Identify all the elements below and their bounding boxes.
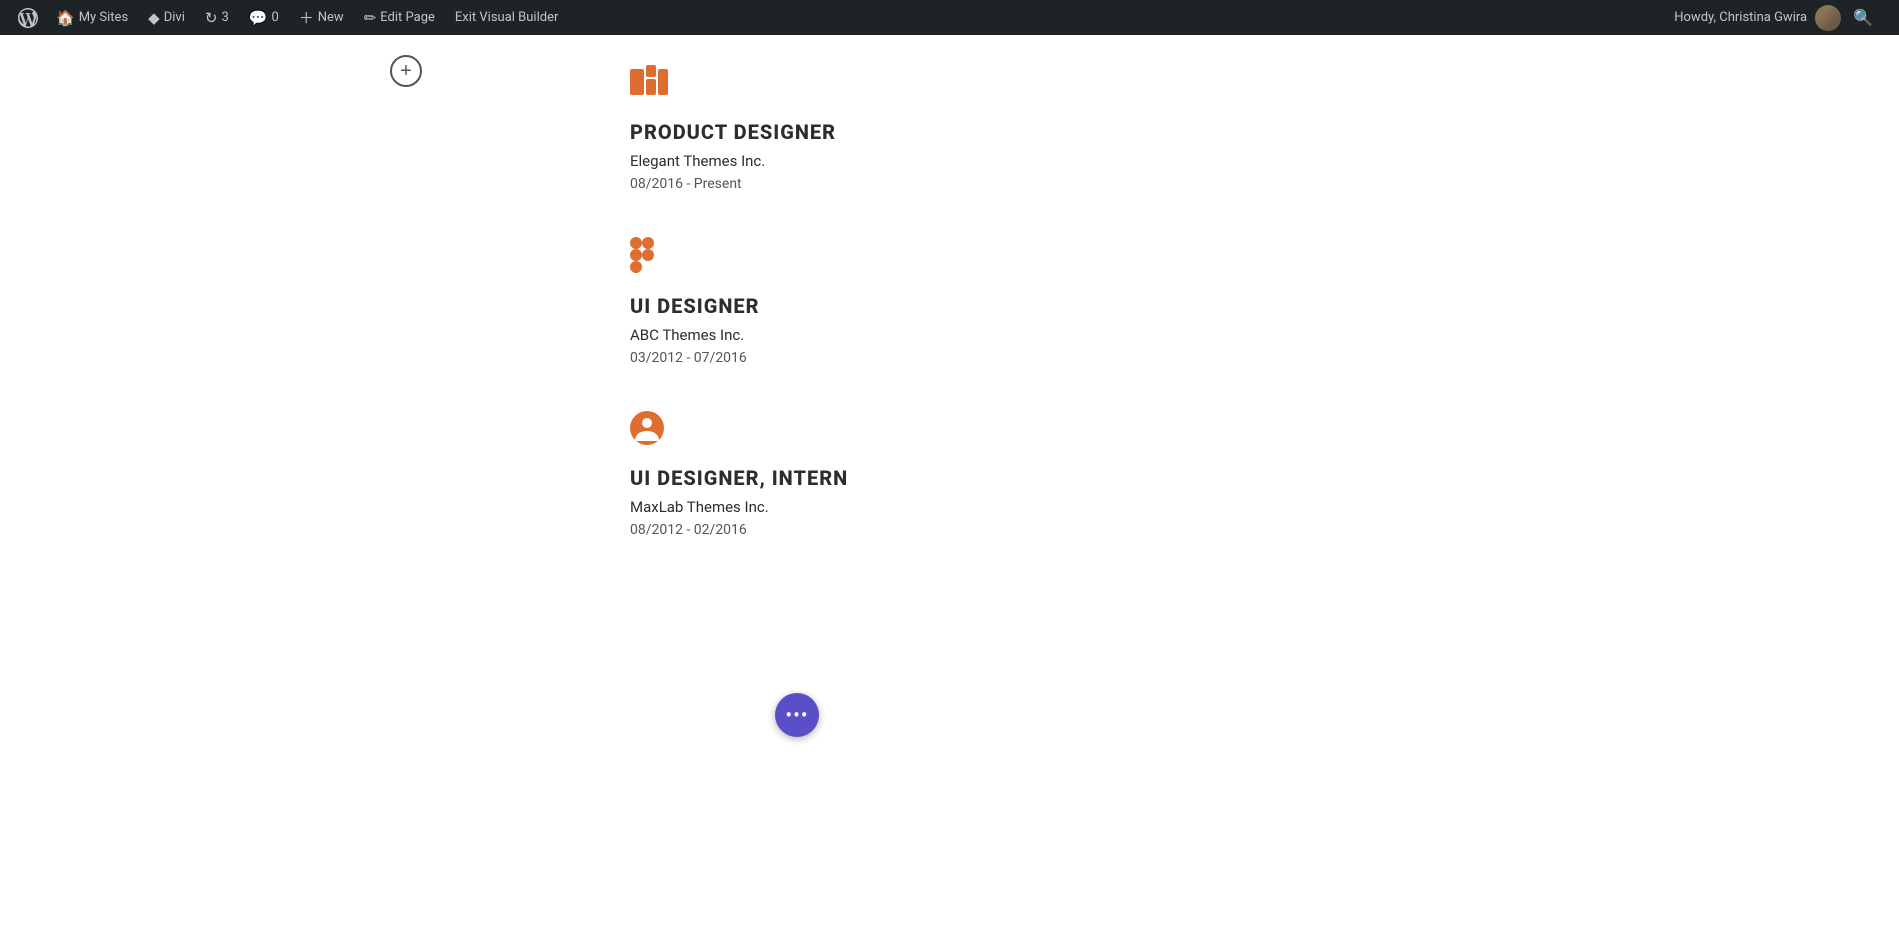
add-section-button[interactable]: +: [390, 55, 422, 87]
experience-item: PRODUCT DESIGNER Elegant Themes Inc. 08/…: [630, 65, 848, 192]
new-icon: ＋: [299, 7, 314, 28]
comments-count: 0: [271, 10, 278, 25]
new-menu[interactable]: ＋ New: [289, 0, 354, 35]
edit-page-label: Edit Page: [380, 10, 435, 25]
palette-icon: [630, 65, 848, 104]
floating-dots-button[interactable]: •••: [775, 693, 819, 737]
dots-label: •••: [785, 703, 808, 727]
company-name: MaxLab Themes Inc.: [630, 498, 848, 516]
divi-icon: ◆: [148, 9, 160, 27]
add-section-container: +: [390, 55, 422, 87]
figma-icon: [630, 237, 848, 278]
edit-icon: ✏: [364, 9, 377, 27]
company-name: ABC Themes Inc.: [630, 326, 848, 344]
search-icon[interactable]: 🔍: [1845, 8, 1881, 27]
my-sites-menu[interactable]: 🏠 My Sites: [46, 0, 138, 35]
howdy-text: Howdy, Christina Gwira: [1674, 10, 1807, 25]
job-title: UI DESIGNER: [630, 294, 848, 318]
exit-visual-builder-label: Exit Visual Builder: [455, 10, 558, 25]
admin-bar-right: Howdy, Christina Gwira 🔍: [1674, 5, 1889, 31]
comments-menu[interactable]: 💬 0: [239, 0, 289, 35]
my-sites-label: My Sites: [79, 10, 128, 25]
comments-icon: 💬: [249, 9, 268, 27]
job-dates: 08/2012 - 02/2016: [630, 522, 848, 538]
experience-list: PRODUCT DESIGNER Elegant Themes Inc. 08/…: [630, 65, 848, 583]
admin-bar: 🏠 My Sites ◆ Divi ↻ 3 💬 0 ＋ New ✏ Edit P…: [0, 0, 1899, 35]
divi-menu[interactable]: ◆ Divi: [138, 0, 195, 35]
edit-page-menu[interactable]: ✏ Edit Page: [354, 0, 445, 35]
new-label: New: [318, 10, 344, 25]
avatar[interactable]: [1815, 5, 1841, 31]
person-icon: [630, 411, 848, 450]
experience-item: UI DESIGNER, INTERN MaxLab Themes Inc. 0…: [630, 411, 848, 538]
updates-icon: ↻: [205, 9, 218, 27]
divi-label: Divi: [164, 10, 185, 25]
updates-count: 3: [221, 10, 228, 25]
my-sites-icon: 🏠: [56, 9, 75, 27]
updates-menu[interactable]: ↻ 3: [195, 0, 239, 35]
exit-visual-builder-menu[interactable]: Exit Visual Builder: [445, 0, 568, 35]
job-title: UI DESIGNER, INTERN: [630, 466, 848, 490]
job-dates: 08/2016 - Present: [630, 176, 848, 192]
wordpress-logo[interactable]: [10, 8, 46, 28]
page-content: PRODUCT DESIGNER Elegant Themes Inc. 08/…: [0, 35, 1899, 603]
company-name: Elegant Themes Inc.: [630, 152, 848, 170]
job-dates: 03/2012 - 07/2016: [630, 350, 848, 366]
job-title: PRODUCT DESIGNER: [630, 120, 848, 144]
experience-item: UI DESIGNER ABC Themes Inc. 03/2012 - 07…: [630, 237, 848, 366]
